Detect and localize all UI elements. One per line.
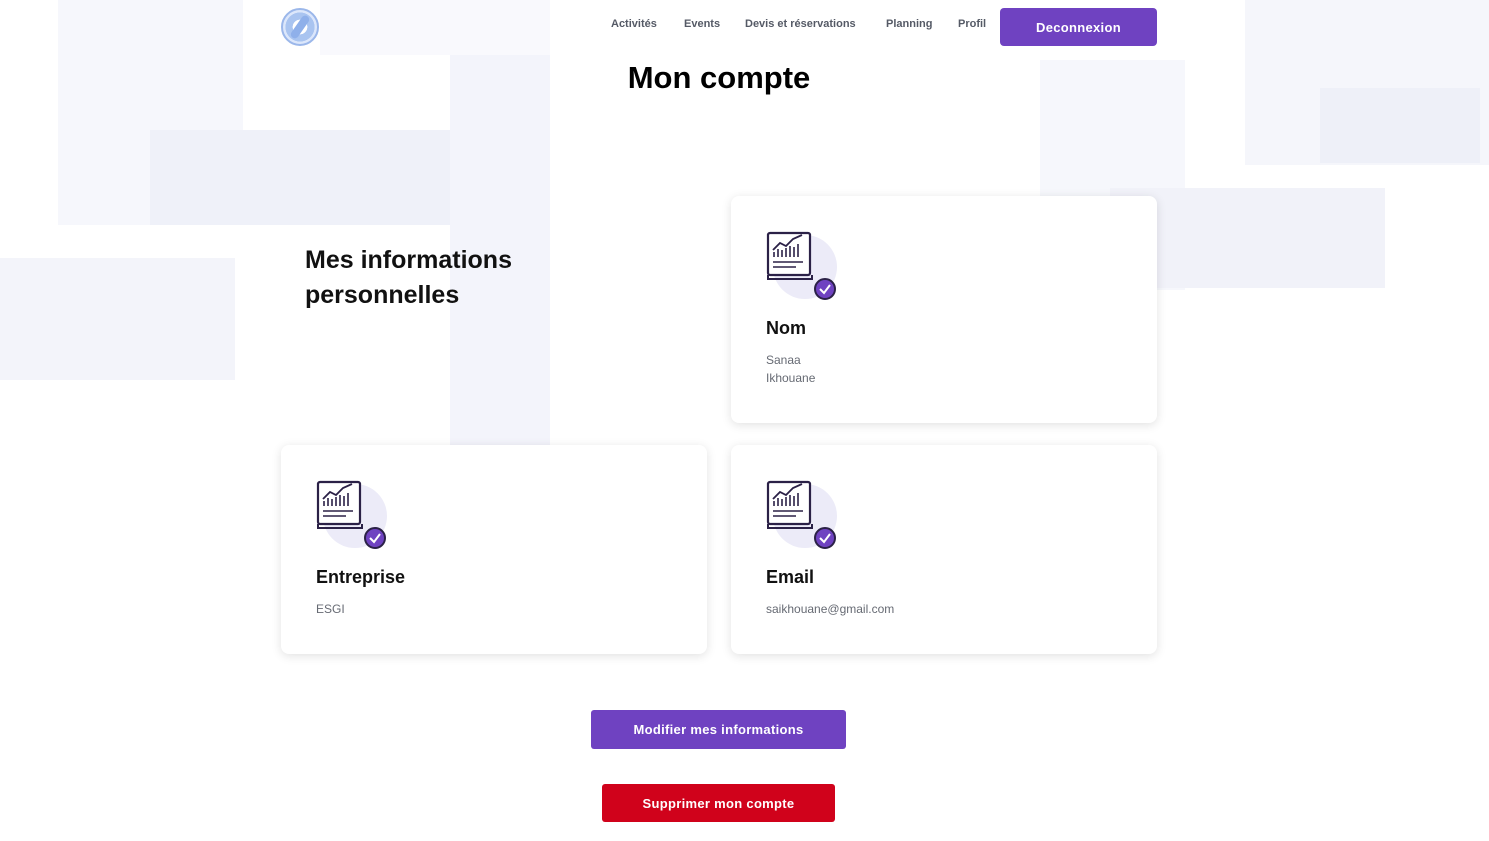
section-heading: Mes informations personnelles [305, 243, 605, 313]
card-entreprise: Entreprise ESGI [281, 445, 707, 654]
edit-info-button[interactable]: Modifier mes informations [591, 710, 846, 749]
nav-link-devis-reservations[interactable]: Devis et réservations [745, 18, 856, 30]
section-heading-line1: Mes informations [305, 246, 512, 274]
report-check-icon [766, 480, 837, 549]
card-title-entreprise: Entreprise [316, 567, 406, 587]
nom-first-name: Sanaa [766, 353, 801, 367]
top-navbar: Activités Events Devis et réservations P… [0, 0, 1489, 52]
report-check-icon [316, 480, 387, 549]
card-value-email: saikhouane@gmail.com [766, 602, 895, 616]
page-title: Mon compte [627, 60, 811, 95]
nav-link-events[interactable]: Events [684, 18, 720, 30]
logo-icon[interactable] [281, 8, 319, 46]
logout-button[interactable]: Deconnexion [1000, 8, 1157, 46]
nav-link-planning[interactable]: Planning [886, 18, 932, 30]
nav-link-profil[interactable]: Profil [958, 18, 986, 30]
report-check-icon [766, 231, 837, 300]
card-title-nom: Nom [766, 318, 806, 338]
nom-last-name: Ikhouane [766, 371, 816, 385]
section-heading-line2: personnelles [305, 281, 460, 309]
card-title-email: Email [766, 567, 815, 587]
card-email: Email saikhouane@gmail.com [731, 445, 1157, 654]
card-value-nom: Sanaa Ikhouane [766, 351, 815, 387]
nav-link-activites[interactable]: Activités [611, 18, 657, 30]
card-nom: Nom Sanaa Ikhouane [731, 196, 1157, 423]
delete-account-button[interactable]: Supprimer mon compte [602, 784, 835, 822]
card-value-entreprise: ESGI [316, 602, 345, 616]
